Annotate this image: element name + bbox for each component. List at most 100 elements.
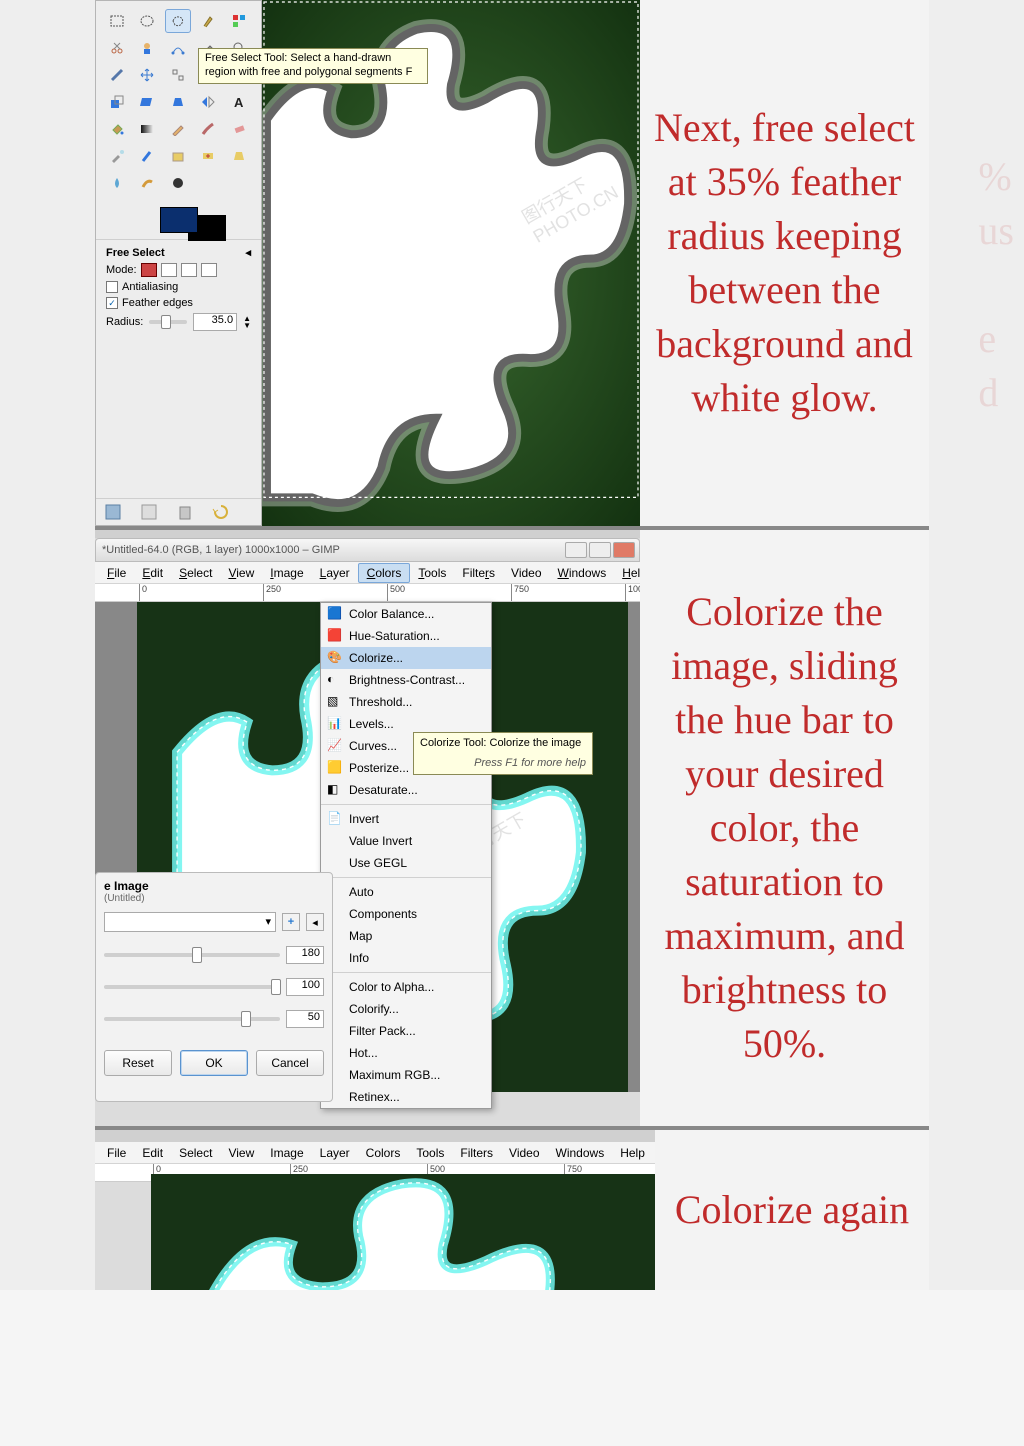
hue-slider[interactable] (104, 953, 280, 957)
menu3-tools[interactable]: Tools (408, 1144, 452, 1162)
menu-maximum-rgb[interactable]: Maximum RGB... (321, 1064, 491, 1086)
menu-hue-saturation[interactable]: 🟥Hue-Saturation... (321, 625, 491, 647)
menu-select[interactable]: Select (171, 564, 220, 582)
menu-image[interactable]: Image (262, 564, 311, 582)
menu-auto[interactable]: Auto (321, 881, 491, 903)
align-tool[interactable] (165, 63, 191, 87)
radius-spinner-icon[interactable]: ▲▼ (243, 315, 251, 329)
move-tool[interactable] (134, 63, 160, 87)
menu3-layer[interactable]: Layer (312, 1144, 358, 1162)
rect-select-tool[interactable] (104, 9, 130, 33)
perspective-clone-tool[interactable] (226, 144, 252, 168)
menu-desaturate[interactable]: ◧Desaturate... (321, 779, 491, 801)
mode-replace[interactable] (141, 263, 157, 277)
close-button[interactable] (613, 542, 635, 558)
heal-tool[interactable] (195, 144, 221, 168)
blend-tool[interactable] (134, 117, 160, 141)
menu3-filters[interactable]: Filters (452, 1144, 501, 1162)
menu-invert[interactable]: 📄Invert (321, 808, 491, 830)
fg-color-swatch[interactable] (160, 207, 198, 233)
menu3-help[interactable]: Help (612, 1144, 653, 1162)
mode-subtract[interactable] (181, 263, 197, 277)
maximize-button[interactable] (589, 542, 611, 558)
radius-value[interactable]: 35.0 (193, 313, 237, 331)
free-select-tool[interactable] (165, 9, 191, 33)
reset-button[interactable]: Reset (104, 1050, 172, 1076)
saturation-slider[interactable] (104, 985, 280, 989)
menu-colorify[interactable]: Colorify... (321, 998, 491, 1020)
fg-bg-swatches[interactable] (96, 203, 261, 239)
menu-help[interactable]: Help (614, 564, 640, 582)
restore-options-icon[interactable] (140, 503, 158, 521)
preset-select[interactable]: ▾ (104, 912, 276, 932)
menu-hot[interactable]: Hot... (321, 1042, 491, 1064)
delete-options-icon[interactable] (176, 503, 194, 521)
paths-tool[interactable] (165, 36, 191, 60)
scissors-tool[interactable] (104, 36, 130, 60)
menu-edit[interactable]: Edit (134, 564, 171, 582)
clone-tool[interactable] (165, 144, 191, 168)
preset-add-button[interactable]: + (282, 913, 300, 931)
menu-color-balance[interactable]: 🟦Color Balance... (321, 603, 491, 625)
pencil-tool[interactable] (165, 117, 191, 141)
menu3-file[interactable]: File (99, 1144, 134, 1162)
lightness-value[interactable]: 50 (286, 1010, 324, 1028)
menu-file[interactable]: File (99, 564, 134, 582)
flip-tool[interactable] (195, 90, 221, 114)
menu-map[interactable]: Map (321, 925, 491, 947)
menu-info[interactable]: Info (321, 947, 491, 969)
shear-tool[interactable] (134, 90, 160, 114)
menu-view[interactable]: View (220, 564, 262, 582)
preset-menu-button[interactable]: ◂ (306, 913, 324, 931)
scale-tool[interactable] (104, 90, 130, 114)
menu-windows[interactable]: Windows (550, 564, 615, 582)
menu-filter-pack[interactable]: Filter Pack... (321, 1020, 491, 1042)
menu-use-gegl[interactable]: Use GEGL (321, 852, 491, 874)
menu-components[interactable]: Components (321, 903, 491, 925)
bucket-fill-tool[interactable] (104, 117, 130, 141)
save-options-icon[interactable] (104, 503, 122, 521)
blur-tool[interactable] (104, 171, 130, 195)
menu-video[interactable]: Video (503, 564, 549, 582)
cancel-button[interactable]: Cancel (256, 1050, 324, 1076)
menu-layer[interactable]: Layer (312, 564, 358, 582)
menu-tools[interactable]: Tools (410, 564, 454, 582)
ok-button[interactable]: OK (180, 1050, 248, 1076)
ink-tool[interactable] (134, 144, 160, 168)
minimize-button[interactable] (565, 542, 587, 558)
menu-colorize[interactable]: 🎨Colorize... (321, 647, 491, 669)
step3-canvas[interactable] (151, 1174, 655, 1290)
mode-add[interactable] (161, 263, 177, 277)
ellipse-select-tool[interactable] (134, 9, 160, 33)
menu3-video[interactable]: Video (501, 1144, 547, 1162)
menu3-windows[interactable]: Windows (548, 1144, 613, 1162)
menu3-colors[interactable]: Colors (358, 1144, 409, 1162)
by-color-select-tool[interactable] (226, 9, 252, 33)
feather-checkbox[interactable] (106, 297, 118, 309)
hue-value[interactable]: 180 (286, 946, 324, 964)
foreground-select-tool[interactable] (134, 36, 160, 60)
menu-brightness-contrast[interactable]: ◐Brightness-Contrast... (321, 669, 491, 691)
antialias-checkbox[interactable] (106, 281, 118, 293)
perspective-tool[interactable] (165, 90, 191, 114)
menu3-select[interactable]: Select (171, 1144, 220, 1162)
fuzzy-select-tool[interactable] (195, 9, 221, 33)
text-tool[interactable]: A (226, 90, 252, 114)
menu-filters[interactable]: Filters (454, 564, 503, 582)
menu-threshold[interactable]: ▧Threshold... (321, 691, 491, 713)
menu-color-to-alpha[interactable]: Color to Alpha... (321, 976, 491, 998)
saturation-value[interactable]: 100 (286, 978, 324, 996)
menu-value-invert[interactable]: Value Invert (321, 830, 491, 852)
smudge-tool[interactable] (134, 171, 160, 195)
reset-options-icon[interactable] (212, 503, 230, 521)
menu3-edit[interactable]: Edit (134, 1144, 171, 1162)
menu3-image[interactable]: Image (262, 1144, 311, 1162)
mode-intersect[interactable] (201, 263, 217, 277)
eraser-tool[interactable] (226, 117, 252, 141)
menu-retinex[interactable]: Retinex... (321, 1086, 491, 1108)
menu-colors[interactable]: Colors (358, 563, 411, 583)
lightness-slider[interactable] (104, 1017, 280, 1021)
paintbrush-tool[interactable] (195, 117, 221, 141)
airbrush-tool[interactable] (104, 144, 130, 168)
tool-options-menu-icon[interactable]: ◂ (245, 246, 251, 259)
